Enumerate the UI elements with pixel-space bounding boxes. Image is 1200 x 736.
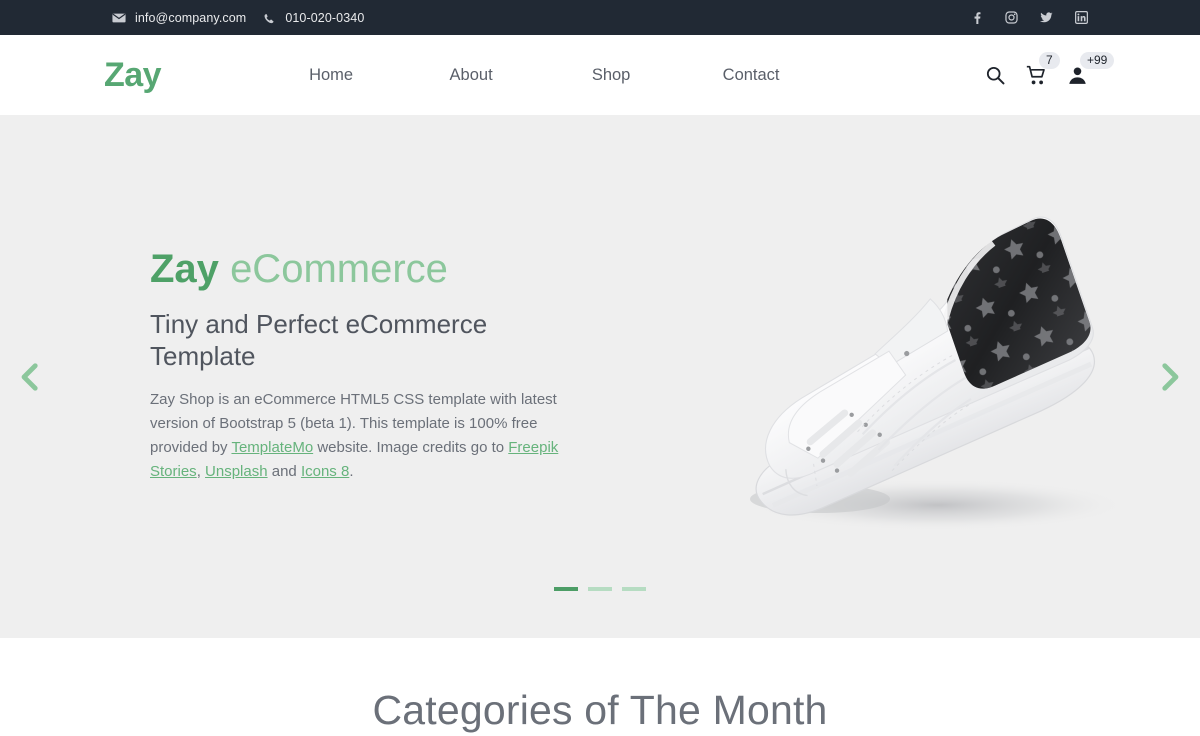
account-button[interactable]: +99: [1067, 51, 1115, 86]
account-count-badge: +99: [1080, 51, 1115, 69]
carousel-indicator-1[interactable]: [554, 587, 578, 591]
hero-title: Zay eCommerce: [150, 247, 580, 292]
topbar-contact-group: info@company.com 010-020-0340: [112, 11, 364, 25]
carousel-next-icon: [1162, 362, 1179, 391]
carousel-indicator-2[interactable]: [588, 587, 612, 591]
social-link-linkedin[interactable]: [1075, 11, 1088, 24]
social-link-instagram[interactable]: [1005, 11, 1018, 24]
nav-link-contact[interactable]: Contact: [681, 66, 821, 85]
carousel-indicators: [554, 587, 646, 591]
categories-heading: Categories of The Month: [372, 687, 828, 733]
hero-text-block: Zay eCommerce Tiny and Perfect eCommerce…: [150, 247, 580, 484]
search-button[interactable]: [985, 65, 1006, 86]
hero-paragraph-part-5: .: [349, 463, 354, 481]
nav-link-shop[interactable]: Shop: [541, 66, 681, 85]
white-sneaker-illustration: [748, 216, 1128, 531]
hero-paragraph-part-3: ,: [196, 463, 206, 481]
cart-count-badge: 7: [1039, 51, 1060, 69]
phone-icon: [264, 13, 274, 23]
categories-section: Categories of The Month: [0, 638, 1200, 736]
nav-link-about[interactable]: About: [401, 66, 541, 85]
social-link-facebook[interactable]: [970, 11, 983, 24]
top-contact-bar: info@company.com 010-020-0340: [0, 0, 1200, 35]
linkedin-icon: [1075, 11, 1088, 24]
hero-paragraph-part-4: and: [267, 463, 301, 481]
carousel-prev-button[interactable]: [12, 359, 48, 395]
social-link-twitter[interactable]: [1040, 11, 1053, 24]
hero-paragraph-part-2: website. Image credits go to: [313, 439, 509, 457]
facebook-icon: [974, 12, 981, 24]
navbar-actions: 7 +99: [985, 51, 1115, 86]
envelope-icon: [112, 13, 126, 22]
topbar-phone-text: 010-020-0340: [285, 10, 365, 25]
main-navbar: Zay Home About Shop Contact 7 +99: [0, 35, 1200, 115]
carousel-indicator-3[interactable]: [622, 587, 646, 591]
nav-link-home[interactable]: Home: [261, 66, 401, 85]
link-unsplash[interactable]: Unsplash: [205, 463, 268, 480]
topbar-phone[interactable]: 010-020-0340: [262, 11, 364, 25]
hero-paragraph: Zay Shop is an eCommerce HTML5 CSS templ…: [150, 388, 580, 484]
twitter-icon: [1040, 12, 1053, 23]
main-navigation: Home About Shop Contact: [261, 66, 985, 85]
topbar-email[interactable]: info@company.com: [112, 11, 246, 25]
search-icon: [986, 66, 1005, 84]
hero-product-image: [670, 187, 1140, 567]
site-logo[interactable]: Zay: [104, 56, 162, 95]
topbar-email-text: info@company.com: [135, 10, 247, 25]
hero-subtitle: Tiny and Perfect eCommerce Template: [150, 308, 488, 371]
social-links-group: [970, 11, 1088, 24]
link-icons8[interactable]: Icons 8: [301, 463, 349, 480]
carousel-prev-icon: [21, 362, 38, 391]
cart-button[interactable]: 7: [1026, 51, 1060, 86]
link-templatemo[interactable]: TemplateMo: [231, 439, 313, 456]
hero-carousel: Zay eCommerce Tiny and Perfect eCommerce…: [0, 115, 1200, 638]
hero-title-light: eCommerce: [230, 246, 448, 291]
carousel-next-button[interactable]: [1152, 359, 1188, 395]
instagram-icon: [1005, 11, 1018, 24]
hero-title-bold: Zay: [150, 246, 219, 291]
